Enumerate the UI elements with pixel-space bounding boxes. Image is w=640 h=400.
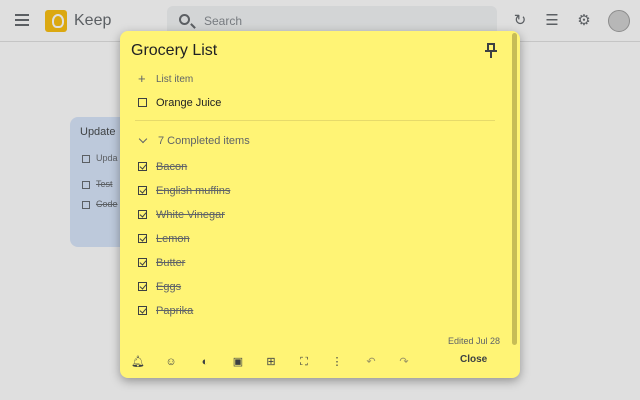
completed-items-label[interactable]: 7 Completed items — [158, 135, 250, 147]
note-title[interactable]: Grocery List — [131, 42, 217, 60]
checked-checkbox-icon[interactable] — [138, 210, 147, 219]
palette-icon[interactable]: ◐ — [198, 355, 212, 369]
more-icon[interactable]: ⋮ — [330, 355, 344, 369]
completed-item[interactable]: Eggs — [138, 281, 230, 305]
list-item-placeholder[interactable]: List item — [156, 74, 193, 85]
completed-item[interactable]: English muffins — [138, 185, 230, 209]
edited-timestamp: Edited Jul 28 — [447, 336, 500, 346]
undo-icon[interactable]: ↶ — [364, 355, 378, 369]
completed-item[interactable]: Bacon — [138, 161, 230, 185]
remind-icon[interactable]: 🔔︎ — [131, 355, 145, 369]
checked-checkbox-icon[interactable] — [138, 162, 147, 171]
checked-checkbox-icon[interactable] — [138, 234, 147, 243]
redo-icon[interactable]: ↷ — [397, 355, 411, 369]
checked-checkbox-icon[interactable] — [138, 306, 147, 315]
list-item[interactable]: Orange Juice — [138, 97, 221, 109]
image-icon[interactable]: ▣ — [231, 355, 245, 369]
chevron-down-icon[interactable] — [138, 134, 148, 144]
plus-icon: + — [138, 71, 146, 86]
completed-item[interactable]: White Vinegar — [138, 209, 230, 233]
archive-icon[interactable]: ⊞ — [264, 355, 278, 369]
completed-item[interactable]: Butter — [138, 257, 230, 281]
add-list-item[interactable]: + List item — [138, 71, 193, 86]
checked-checkbox-icon[interactable] — [138, 258, 147, 267]
completed-items-toggle[interactable]: 7 Completed items — [138, 134, 250, 147]
completed-item[interactable]: Lemon — [138, 233, 230, 257]
pin-icon[interactable] — [484, 43, 498, 59]
completed-list: Bacon English muffins White Vinegar Lemo… — [138, 161, 230, 329]
checked-checkbox-icon[interactable] — [138, 282, 147, 291]
scrollbar[interactable] — [512, 33, 517, 345]
list-item-text[interactable]: Orange Juice — [156, 97, 221, 109]
checkbox-icon[interactable] — [138, 98, 147, 107]
expand-icon[interactable]: ⛶ — [297, 355, 311, 369]
completed-item[interactable]: Paprika — [138, 305, 230, 329]
divider — [135, 120, 495, 121]
note-editor: Grocery List + List item Orange Juice 7 C… — [120, 31, 520, 378]
checked-checkbox-icon[interactable] — [138, 186, 147, 195]
collaborator-icon[interactable]: ☺ — [164, 355, 178, 369]
note-toolbar: 🔔︎ ☺ ◐ ▣ ⊞ ⛶ ⋮ ↶ ↷ Close — [120, 351, 520, 378]
close-button[interactable]: Close — [460, 354, 487, 365]
